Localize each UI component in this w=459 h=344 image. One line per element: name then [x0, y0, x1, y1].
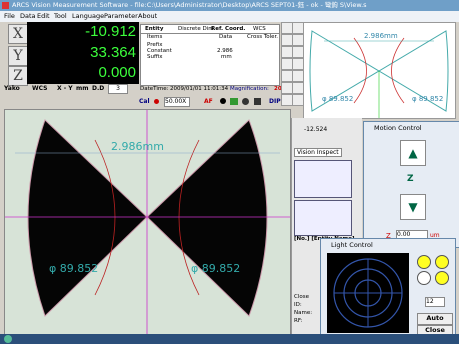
menu-edit[interactable]: Edit — [37, 11, 50, 22]
motion-control-window: Motion Control ▲ Z ▼ Z 0.00 um — [363, 121, 459, 248]
grid-icon[interactable] — [254, 98, 261, 105]
id-label: ID: — [294, 302, 302, 308]
yako-label: Yako — [4, 85, 20, 92]
menu-file[interactable]: File — [4, 11, 15, 22]
record-icon[interactable] — [154, 99, 159, 104]
close-label: Close — [294, 294, 309, 300]
mini-phi-right: φ 89.852 — [412, 95, 443, 103]
y-axis-button[interactable]: Y — [8, 46, 28, 66]
wcs-button[interactable]: WCS — [32, 85, 47, 92]
phi-left-text: φ 89.852 — [49, 262, 98, 275]
menu-bar: File Data Edit Tool Language Parameter A… — [0, 11, 459, 22]
menu-about[interactable]: About — [138, 11, 157, 22]
dro-readout: -10.912 33.364 0.000 — [27, 22, 139, 84]
dim-text: 2.986mm — [111, 140, 164, 153]
camera-icon[interactable] — [230, 98, 238, 105]
y-value: 33.364 — [90, 44, 136, 61]
status-line: DateTime: 2009/01/01 11:01:34 Magnificat… — [140, 86, 303, 96]
vision-inspect-select[interactable]: Vision Inspect — [294, 148, 342, 157]
app-icon — [2, 2, 9, 9]
tool-column — [281, 22, 304, 107]
x-value: -10.912 — [85, 23, 136, 40]
x-axis-button[interactable]: X — [8, 24, 28, 44]
motion-title: Motion Control — [374, 124, 422, 132]
col-items: Items — [147, 34, 163, 40]
coaxial-light-icon[interactable] — [417, 255, 431, 269]
mini-phi-left: φ 89.852 — [322, 95, 353, 103]
measure-tool-grid[interactable] — [294, 200, 352, 236]
menu-parameter[interactable]: Parameter — [104, 11, 138, 22]
start-icon[interactable] — [4, 335, 12, 343]
name-label: Name: — [294, 310, 313, 316]
surface-light-icon[interactable] — [435, 255, 449, 269]
date-label: DateTime: — [140, 86, 169, 92]
z-axis-label: Z — [407, 174, 414, 184]
contour-light-icon[interactable] — [417, 271, 431, 285]
col-data: Data — [219, 34, 233, 40]
dd-button[interactable]: D.D — [92, 85, 104, 92]
camera-view[interactable]: 2.986mm φ 89.852 φ 89.852 — [4, 109, 291, 336]
measurement-overlay: 2.986mm φ 89.852 φ 89.852 — [5, 110, 290, 335]
decimal-select[interactable]: 3 — [108, 84, 128, 94]
menu-data[interactable]: Data — [20, 11, 36, 22]
col-cross: Cross Toler. — [247, 34, 279, 40]
lamp-icon[interactable] — [220, 98, 226, 104]
rf-label: RF: — [294, 318, 303, 324]
light-title: Light Control — [331, 241, 373, 249]
date-value: 2009/01/01 11:01:34 — [170, 86, 229, 92]
cal-button[interactable]: Cal — [139, 98, 150, 105]
ref-coord-label: Ref. Coord. — [211, 26, 246, 32]
row-suffix-item: Suffix — [147, 54, 163, 60]
auto-button[interactable]: Auto — [417, 313, 453, 325]
zoom-select[interactable]: 50.00X — [164, 97, 190, 107]
xy-plane-button[interactable]: X - Y — [57, 85, 73, 92]
menu-tool[interactable]: Tool — [54, 11, 67, 22]
ring-light-icon[interactable] — [435, 271, 449, 285]
z-value: 0.000 — [98, 64, 136, 81]
menu-language[interactable]: Language — [72, 11, 104, 22]
unit-bar: Yako WCS X - Y mm D.D 3 — [4, 84, 139, 94]
snap-icon[interactable] — [242, 98, 249, 105]
mini-dim-text: 2.986mm — [364, 32, 398, 40]
taskbar — [0, 334, 459, 344]
af-button[interactable]: AF — [204, 98, 213, 105]
light-control-window: Light Control 12 Auto Close — [320, 238, 456, 338]
entity-panel: Entity Discrete Dim. Ref. Coord. WCS Ite… — [140, 24, 280, 86]
row-suffix-data: mm — [221, 54, 232, 60]
z-down-button[interactable]: ▼ — [400, 194, 426, 220]
z-axis-button[interactable]: Z — [8, 66, 28, 86]
ring-light-dial[interactable] — [327, 253, 409, 333]
phi-right-text: φ 89.852 — [191, 262, 240, 275]
mini-preview[interactable]: 2.986mm φ 89.852 φ 89.852 — [303, 22, 456, 119]
title-bar: ARCS Vision Measurement Software - file:… — [0, 0, 459, 11]
mm-button[interactable]: mm — [76, 85, 89, 92]
dims-label: Discrete Dim. — [178, 26, 216, 32]
coord-readout: -12.524 — [304, 126, 328, 133]
mini-drawing: 2.986mm φ 89.852 φ 89.852 — [309, 30, 449, 118]
dip-button[interactable]: DIP — [269, 98, 281, 105]
wcs-label: WCS — [253, 26, 266, 32]
light-level-field[interactable]: 12 — [425, 297, 445, 307]
z-up-button[interactable]: ▲ — [400, 140, 426, 166]
entity-label: Entity — [145, 26, 164, 32]
window-title: ARCS Vision Measurement Software - file:… — [12, 1, 367, 9]
mag-label: Magnification: — [230, 86, 269, 92]
shape-tool-grid[interactable] — [294, 160, 352, 198]
vision-toolbar: Cal 50.00X AF DIP — [4, 97, 289, 108]
